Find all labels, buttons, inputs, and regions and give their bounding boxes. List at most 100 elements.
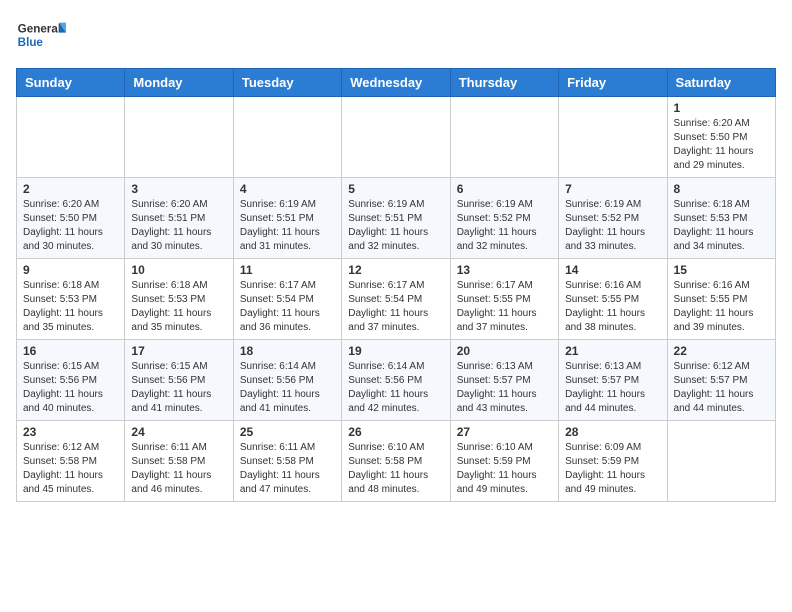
day-number: 28 (565, 425, 660, 439)
day-number: 24 (131, 425, 226, 439)
day-info: Sunrise: 6:11 AM Sunset: 5:58 PM Dayligh… (240, 441, 335, 497)
day-number: 1 (674, 101, 769, 115)
header-tuesday: Tuesday (233, 69, 341, 97)
calendar-week-4: 16 Sunrise: 6:15 AM Sunset: 5:56 PM Dayli… (17, 340, 776, 421)
calendar-cell: 19 Sunrise: 6:14 AM Sunset: 5:56 PM Dayli… (342, 340, 450, 421)
calendar-cell: 24 Sunrise: 6:11 AM Sunset: 5:58 PM Dayli… (125, 421, 233, 502)
calendar-week-3: 9Sunrise: 6:18 AM Sunset: 5:53 PM Daylig… (17, 259, 776, 340)
day-number: 23 (23, 425, 118, 439)
day-number: 6 (457, 182, 552, 196)
day-number: 15 (674, 263, 769, 277)
day-info: Sunrise: 6:18 AM Sunset: 5:53 PM Dayligh… (674, 198, 769, 254)
day-info: Sunrise: 6:10 AM Sunset: 5:59 PM Dayligh… (457, 441, 552, 497)
day-number: 8 (674, 182, 769, 196)
svg-text:Blue: Blue (18, 36, 44, 49)
calendar-week-2: 2 Sunrise: 6:20 AM Sunset: 5:50 PM Daylig… (17, 178, 776, 259)
calendar-cell: 7 Sunrise: 6:19 AM Sunset: 5:52 PM Daylig… (559, 178, 667, 259)
header-monday: Monday (125, 69, 233, 97)
day-number: 3 (131, 182, 226, 196)
calendar-cell: 1 Sunrise: 6:20 AM Sunset: 5:50 PM Daylig… (667, 97, 775, 178)
day-info: Sunrise: 6:09 AM Sunset: 5:59 PM Dayligh… (565, 441, 660, 497)
calendar-cell: 11 Sunrise: 6:17 AM Sunset: 5:54 PM Dayli… (233, 259, 341, 340)
day-info: Sunrise: 6:12 AM Sunset: 5:57 PM Dayligh… (674, 360, 769, 416)
day-number: 25 (240, 425, 335, 439)
calendar-cell: 14 Sunrise: 6:16 AM Sunset: 5:55 PM Dayli… (559, 259, 667, 340)
day-number: 12 (348, 263, 443, 277)
calendar-cell (342, 97, 450, 178)
day-number: 26 (348, 425, 443, 439)
header-sunday: Sunday (17, 69, 125, 97)
day-info: Sunrise: 6:17 AM Sunset: 5:54 PM Dayligh… (348, 279, 443, 335)
day-info: Sunrise: 6:19 AM Sunset: 5:52 PM Dayligh… (565, 198, 660, 254)
day-number: 20 (457, 344, 552, 358)
calendar-cell: 23 Sunrise: 6:12 AM Sunset: 5:58 PM Dayli… (17, 421, 125, 502)
day-info: Sunrise: 6:19 AM Sunset: 5:52 PM Dayligh… (457, 198, 552, 254)
day-info: Sunrise: 6:20 AM Sunset: 5:51 PM Dayligh… (131, 198, 226, 254)
day-info: Sunrise: 6:13 AM Sunset: 5:57 PM Dayligh… (457, 360, 552, 416)
day-info: Sunrise: 6:17 AM Sunset: 5:55 PM Dayligh… (457, 279, 552, 335)
calendar-week-1: 1 Sunrise: 6:20 AM Sunset: 5:50 PM Daylig… (17, 97, 776, 178)
day-info: Sunrise: 6:16 AM Sunset: 5:55 PM Dayligh… (565, 279, 660, 335)
day-number: 4 (240, 182, 335, 196)
day-info: Sunrise: 6:13 AM Sunset: 5:57 PM Dayligh… (565, 360, 660, 416)
header-saturday: Saturday (667, 69, 775, 97)
calendar-cell: 9Sunrise: 6:18 AM Sunset: 5:53 PM Daylig… (17, 259, 125, 340)
day-info: Sunrise: 6:19 AM Sunset: 5:51 PM Dayligh… (348, 198, 443, 254)
day-number: 19 (348, 344, 443, 358)
day-number: 14 (565, 263, 660, 277)
logo-svg: General Blue (16, 16, 66, 56)
day-info: Sunrise: 6:15 AM Sunset: 5:56 PM Dayligh… (131, 360, 226, 416)
day-number: 11 (240, 263, 335, 277)
calendar-cell: 4 Sunrise: 6:19 AM Sunset: 5:51 PM Daylig… (233, 178, 341, 259)
day-number: 16 (23, 344, 118, 358)
day-info: Sunrise: 6:20 AM Sunset: 5:50 PM Dayligh… (23, 198, 118, 254)
calendar-week-5: 23 Sunrise: 6:12 AM Sunset: 5:58 PM Dayli… (17, 421, 776, 502)
day-info: Sunrise: 6:17 AM Sunset: 5:54 PM Dayligh… (240, 279, 335, 335)
day-info: Sunrise: 6:10 AM Sunset: 5:58 PM Dayligh… (348, 441, 443, 497)
header-thursday: Thursday (450, 69, 558, 97)
calendar-cell: 3 Sunrise: 6:20 AM Sunset: 5:51 PM Daylig… (125, 178, 233, 259)
day-info: Sunrise: 6:11 AM Sunset: 5:58 PM Dayligh… (131, 441, 226, 497)
day-number: 2 (23, 182, 118, 196)
calendar-cell (17, 97, 125, 178)
calendar-cell: 5 Sunrise: 6:19 AM Sunset: 5:51 PM Daylig… (342, 178, 450, 259)
calendar-cell (125, 97, 233, 178)
day-info: Sunrise: 6:12 AM Sunset: 5:58 PM Dayligh… (23, 441, 118, 497)
calendar-cell: 10 Sunrise: 6:18 AM Sunset: 5:53 PM Dayli… (125, 259, 233, 340)
calendar-cell: 25 Sunrise: 6:11 AM Sunset: 5:58 PM Dayli… (233, 421, 341, 502)
calendar-cell: 12 Sunrise: 6:17 AM Sunset: 5:54 PM Dayli… (342, 259, 450, 340)
day-number: 7 (565, 182, 660, 196)
calendar-cell (667, 421, 775, 502)
day-number: 21 (565, 344, 660, 358)
calendar-cell (450, 97, 558, 178)
calendar-cell: 27 Sunrise: 6:10 AM Sunset: 5:59 PM Dayli… (450, 421, 558, 502)
day-info: Sunrise: 6:14 AM Sunset: 5:56 PM Dayligh… (240, 360, 335, 416)
day-info: Sunrise: 6:14 AM Sunset: 5:56 PM Dayligh… (348, 360, 443, 416)
calendar-table: SundayMondayTuesdayWednesdayThursdayFrid… (16, 68, 776, 502)
day-number: 10 (131, 263, 226, 277)
day-info: Sunrise: 6:18 AM Sunset: 5:53 PM Dayligh… (23, 279, 118, 335)
svg-text:General: General (18, 23, 61, 36)
calendar-cell: 20 Sunrise: 6:13 AM Sunset: 5:57 PM Dayli… (450, 340, 558, 421)
day-info: Sunrise: 6:15 AM Sunset: 5:56 PM Dayligh… (23, 360, 118, 416)
logo: General Blue (16, 16, 66, 56)
day-info: Sunrise: 6:19 AM Sunset: 5:51 PM Dayligh… (240, 198, 335, 254)
day-info: Sunrise: 6:18 AM Sunset: 5:53 PM Dayligh… (131, 279, 226, 335)
calendar-cell: 21 Sunrise: 6:13 AM Sunset: 5:57 PM Dayli… (559, 340, 667, 421)
page-header: General Blue (16, 16, 776, 56)
day-info: Sunrise: 6:20 AM Sunset: 5:50 PM Dayligh… (674, 117, 769, 173)
calendar-cell: 28 Sunrise: 6:09 AM Sunset: 5:59 PM Dayli… (559, 421, 667, 502)
day-number: 22 (674, 344, 769, 358)
header-friday: Friday (559, 69, 667, 97)
day-number: 18 (240, 344, 335, 358)
day-number: 5 (348, 182, 443, 196)
calendar-cell (233, 97, 341, 178)
calendar-cell: 8 Sunrise: 6:18 AM Sunset: 5:53 PM Daylig… (667, 178, 775, 259)
day-number: 27 (457, 425, 552, 439)
calendar-cell: 15Sunrise: 6:16 AM Sunset: 5:55 PM Dayli… (667, 259, 775, 340)
calendar-cell: 6 Sunrise: 6:19 AM Sunset: 5:52 PM Daylig… (450, 178, 558, 259)
calendar-cell: 13Sunrise: 6:17 AM Sunset: 5:55 PM Dayli… (450, 259, 558, 340)
calendar-cell: 17 Sunrise: 6:15 AM Sunset: 5:56 PM Dayli… (125, 340, 233, 421)
calendar-cell: 26 Sunrise: 6:10 AM Sunset: 5:58 PM Dayli… (342, 421, 450, 502)
day-number: 17 (131, 344, 226, 358)
